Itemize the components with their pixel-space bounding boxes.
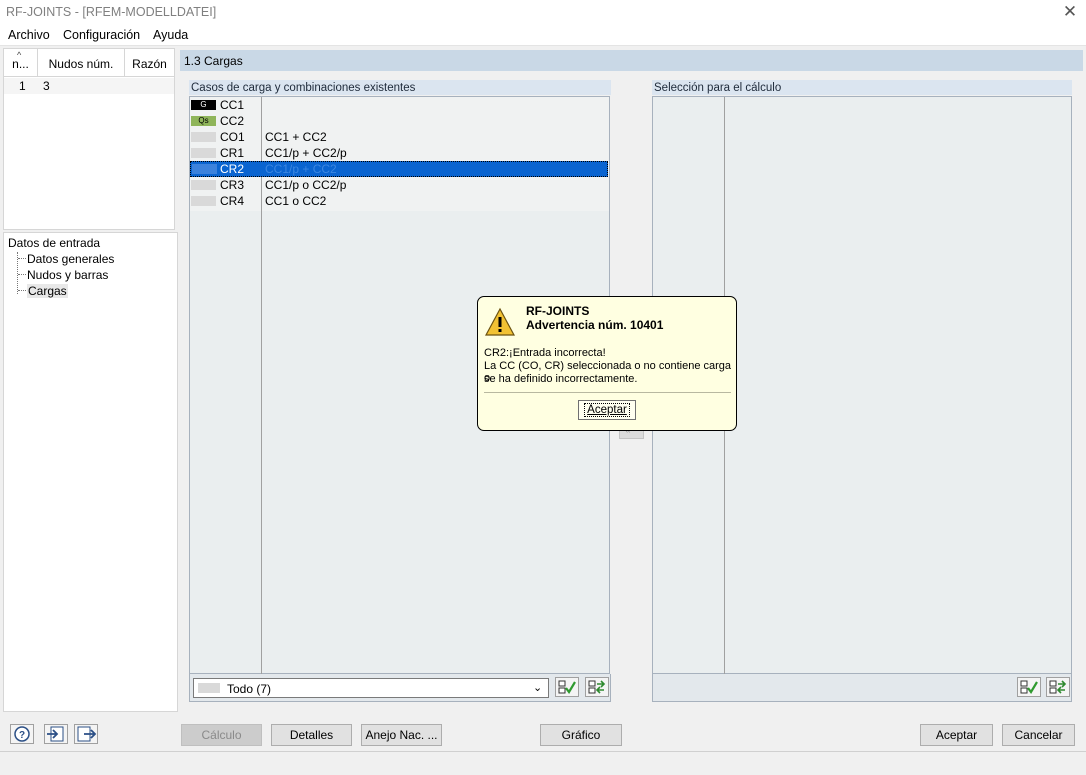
existing-panel-title: Casos de carga y combinaciones existente… [191,82,416,94]
warning-dialog: RF-JOINTS Advertencia núm. 10401 CR2:¡En… [477,296,737,431]
select-all-icon[interactable] [555,677,579,697]
list-item[interactable]: Qs CC2 [190,113,608,129]
nodes-table: n... ^ Nudos núm. Razón 1 3 [3,48,175,230]
load-description: CC1/p o CC2/p [265,178,347,192]
col-header-nudos[interactable]: Nudos núm. [38,49,125,77]
filter-value: Todo (7) [227,682,272,696]
tree-branch [18,290,26,291]
badge [191,196,216,206]
filter-swatch [198,683,220,693]
dialog-ok-button[interactable]: Aceptar [578,400,636,420]
help-icon[interactable]: ? [10,724,34,744]
list-item[interactable]: G CC1 [190,97,608,113]
tree-item-cargas[interactable]: Cargas [27,284,68,298]
tree-branch [18,274,26,275]
aceptar-button[interactable]: Aceptar [920,724,993,746]
tree-item-datos-generales[interactable]: Datos generales [27,252,114,266]
tree-root[interactable]: Datos de entrada [8,236,100,250]
load-code: CC1 [220,98,245,112]
section-title: 1.3 Cargas [184,54,243,68]
close-icon[interactable]: ✕ [1060,2,1080,22]
menu-archivo[interactable]: Archivo [8,28,50,42]
chevron-down-icon[interactable]: ⌄ [533,681,542,694]
list-item[interactable]: CO1 CC1 + CC2 [190,129,608,145]
section-header [180,50,1083,71]
load-code: CC2 [220,114,245,128]
load-description: CC1 + CC2 [265,130,327,144]
dialog-warning-number: Advertencia núm. 10401 [526,318,664,332]
col-header-razon[interactable]: Razón [125,49,174,77]
list-item[interactable]: CR4 CC1 o CC2 [190,193,608,209]
load-description: CC1/p + CC2 [265,162,337,176]
row-n: 1 [19,79,26,93]
detalles-button[interactable]: Detalles [271,724,352,746]
load-description: CC1 o CC2 [265,194,327,208]
dialog-ok-label: Aceptar [584,403,630,417]
warning-icon [484,307,516,337]
menu-configuracion[interactable]: Configuración [63,28,140,42]
badge [191,148,216,158]
cancelar-button[interactable]: Cancelar [1002,724,1075,746]
export-icon[interactable] [74,724,98,744]
selection-footer [652,674,1072,702]
list-item-selected[interactable]: CR2 CC1/p + CC2 [190,161,608,177]
sort-caret-icon: ^ [17,50,22,60]
tree-item-nudos-barras[interactable]: Nudos y barras [27,268,108,282]
dialog-divider [484,392,731,393]
transfer-icon[interactable] [1046,677,1070,697]
grafico-button[interactable]: Gráfico [540,724,622,746]
menu-ayuda[interactable]: Ayuda [153,28,188,42]
load-code: CR2 [220,162,245,176]
list-item[interactable]: CR3 CC1/p o CC2/p [190,177,608,193]
badge [192,164,217,174]
import-icon[interactable] [44,724,68,744]
badge-qs: Qs [191,116,216,126]
badge-g: G [191,100,216,110]
badge [191,180,216,190]
filter-select[interactable]: Todo (7) ⌄ [193,678,549,698]
navigation-tree: Datos de entrada Datos generales Nudos y… [3,232,178,712]
calculo-button[interactable]: Cálculo [181,724,262,746]
transfer-icon[interactable] [585,677,609,697]
selection-panel-title: Selección para el cálculo [654,82,782,94]
load-description: CC1/p + CC2/p [265,146,347,160]
list-item[interactable]: CR1 CC1/p + CC2/p [190,145,608,161]
anejo-nacional-button[interactable]: Anejo Nac. ... [361,724,442,746]
load-code: CR4 [220,194,245,208]
window-title: RF-JOINTS - [RFEM-MODELLDATEI] [6,5,217,19]
tree-branch [18,258,26,259]
table-row[interactable] [4,78,174,94]
col-header-n[interactable]: n... ^ [4,49,38,77]
badge [191,132,216,142]
status-bar [0,751,1086,775]
load-code: CO1 [220,130,245,144]
row-nudos: 3 [43,79,50,93]
svg-text:?: ? [19,730,25,741]
dialog-message-line3: se ha definido incorrectamente. [484,373,638,385]
dialog-message-line1: CR2:¡Entrada incorrecta! [484,347,606,359]
load-code: CR1 [220,146,245,160]
dialog-app-name: RF-JOINTS [526,304,590,318]
select-all-icon[interactable] [1017,677,1041,697]
load-code: CR3 [220,178,245,192]
